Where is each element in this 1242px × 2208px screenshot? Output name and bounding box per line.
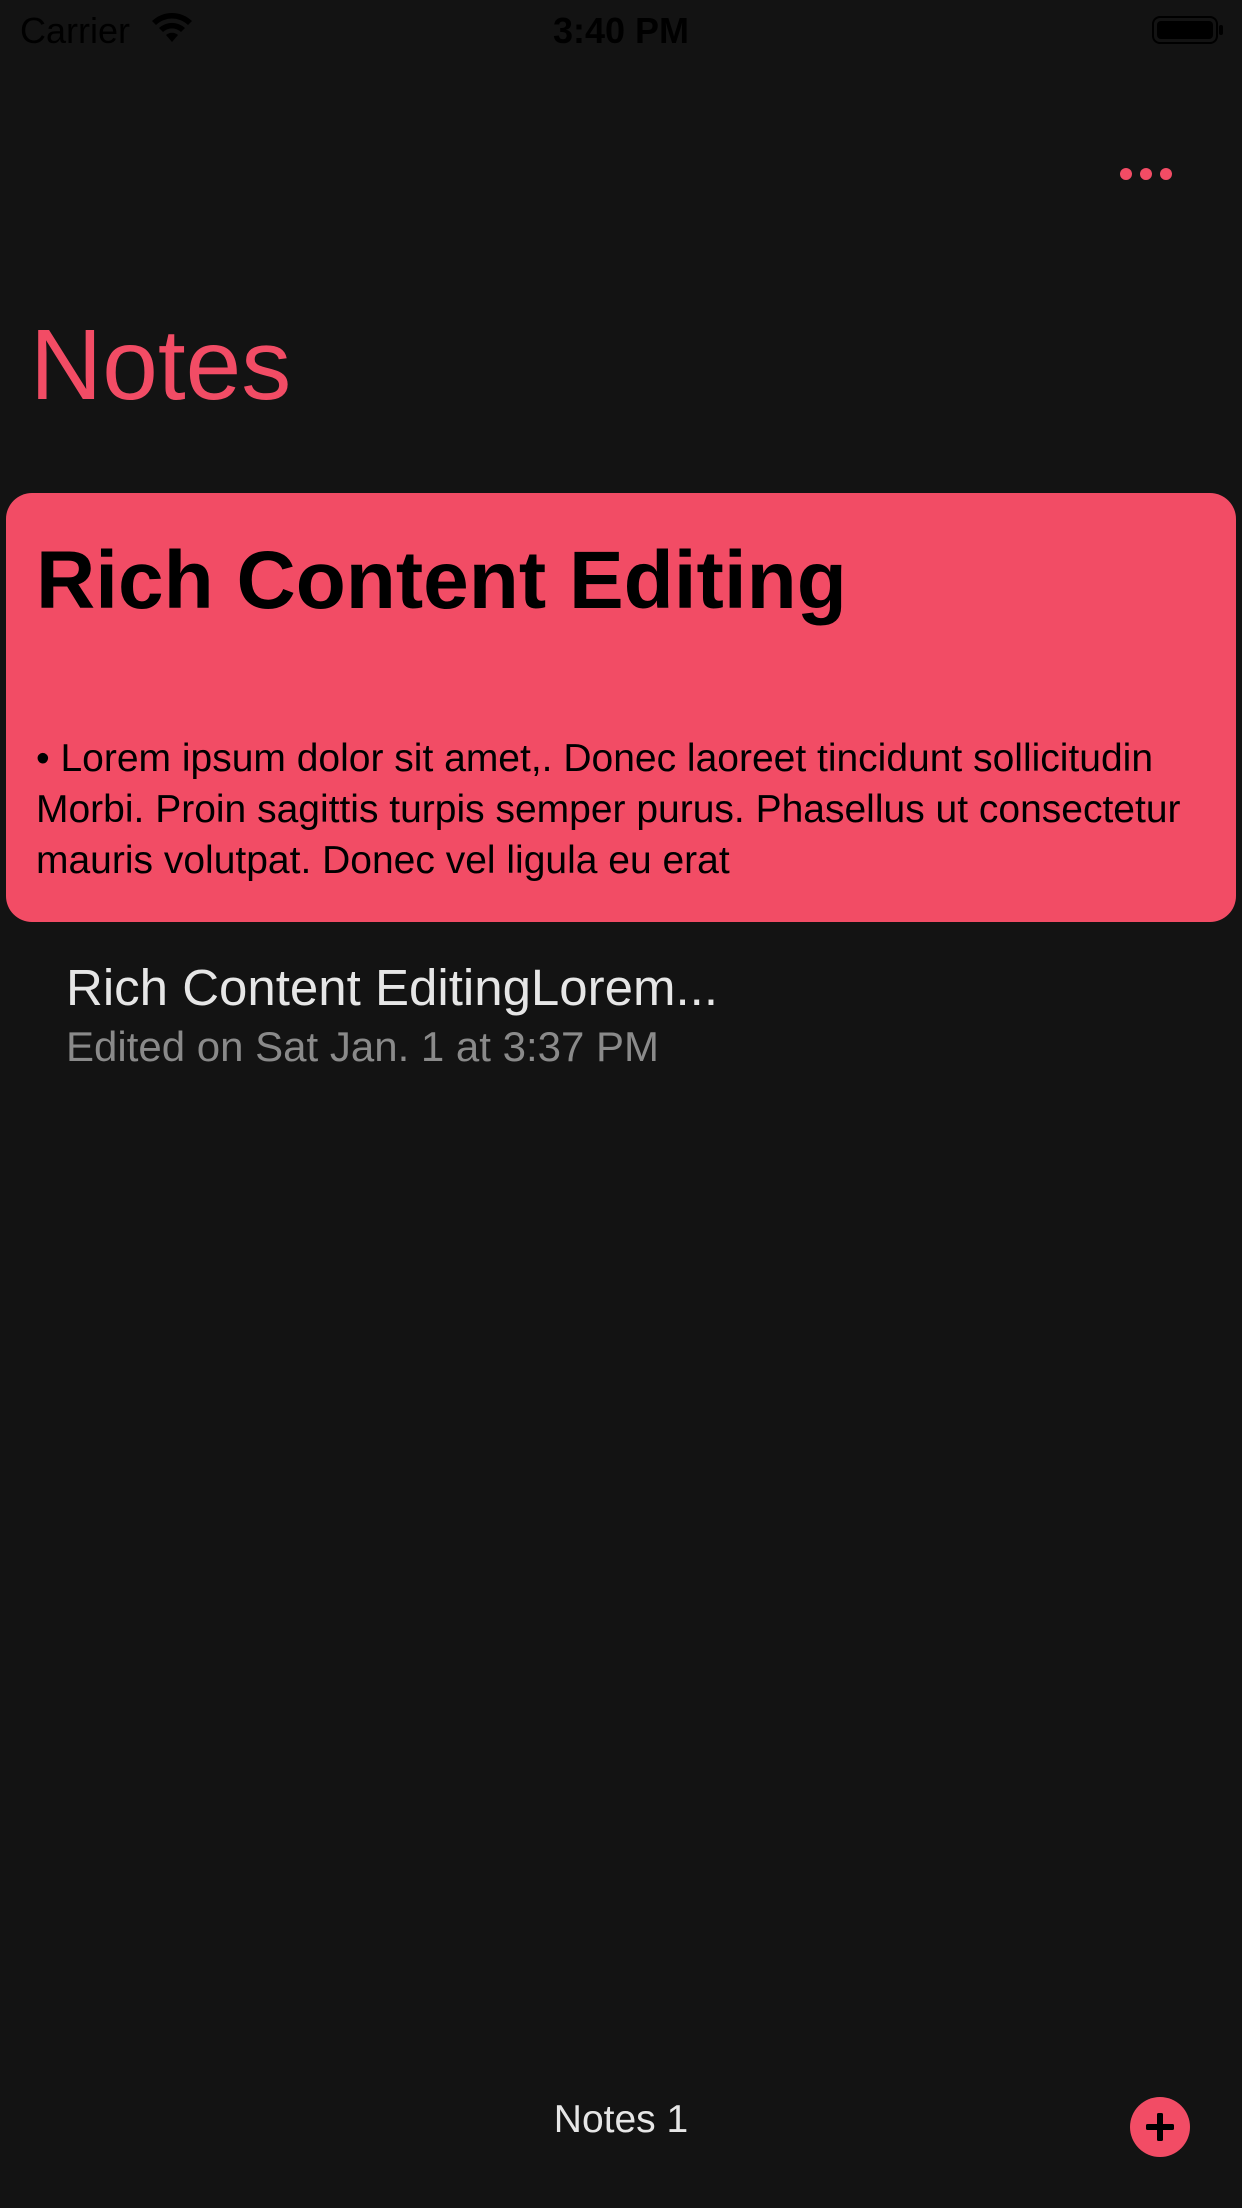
notes-screen: Carrier 3:40 PM Notes Rich Content Editi… [0, 0, 1242, 2208]
preview-body: • Lorem ipsum dolor sit amet,. Donec lao… [36, 737, 1181, 882]
status-time: 3:40 PM [552, 10, 690, 51]
ellipsis-icon-dot [1160, 168, 1172, 180]
plus-circle-icon [1146, 2113, 1174, 2141]
note-preview-card[interactable]: Rich Content Editing • Lorem ipsum dolor… [6, 493, 1236, 922]
notes-count-label: Notes 1 [553, 2098, 689, 2141]
more-options-button[interactable] [1110, 150, 1182, 198]
list-item[interactable]: Rich Content EditingLorem... Edited on S… [0, 940, 1242, 1090]
preview-title: Rich Content Editing [36, 535, 847, 626]
page-title: Notes [30, 309, 292, 421]
ellipsis-icon-dot [1140, 168, 1152, 180]
note-edited-date: Edited on Sat Jan. 1 at 3:37 PM [66, 1023, 660, 1070]
ellipsis-icon [1120, 168, 1132, 180]
battery-icon [1152, 16, 1223, 44]
note-title: Rich Content EditingLorem... [66, 959, 718, 1016]
add-note-button[interactable] [1130, 2097, 1190, 2157]
status-bar: Carrier 3:40 PM [0, 0, 1242, 60]
